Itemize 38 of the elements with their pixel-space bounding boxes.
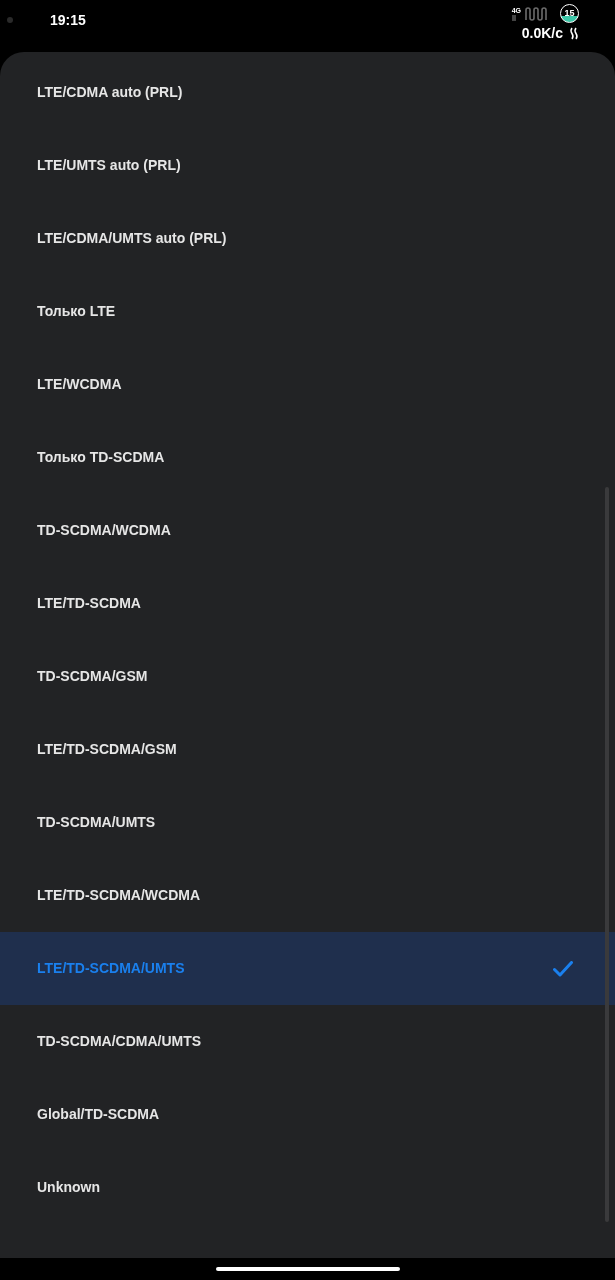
network-mode-option[interactable]: LTE/TD-SCDMA xyxy=(0,567,615,640)
option-label: LTE/WCDMA xyxy=(37,375,122,394)
option-label: Global/TD-SCDMA xyxy=(37,1105,160,1124)
option-label: TD-SCDMA/WCDMA xyxy=(37,521,171,540)
network-mode-option[interactable]: TD-SCDMA/GSM xyxy=(0,640,615,713)
signal-wave-icon xyxy=(525,6,549,21)
network-speed: 0.0K/c xyxy=(521,25,563,41)
network-mode-option[interactable]: TD-SCDMA/WCDMA xyxy=(0,494,615,567)
clock-time: 19:15 xyxy=(50,12,86,28)
option-label: LTE/CDMA auto (PRL) xyxy=(37,83,183,102)
network-mode-option[interactable]: Только LTE xyxy=(0,275,615,348)
network-mode-option[interactable]: Только TD-SCDMA xyxy=(0,421,615,494)
network-mode-option[interactable]: Unknown xyxy=(0,1151,615,1224)
checkmark-icon xyxy=(553,960,573,977)
data-arrows-icon xyxy=(511,14,516,21)
option-label: TD-SCDMA/UMTS xyxy=(37,813,156,832)
network-mode-option[interactable]: LTE/WCDMA xyxy=(0,348,615,421)
network-mode-option[interactable]: TD-SCDMA/UMTS xyxy=(0,786,615,859)
network-mode-option[interactable]: LTE/TD-SCDMA/WCDMA xyxy=(0,859,615,932)
option-label: LTE/TD-SCDMA xyxy=(37,594,141,613)
network-mode-option[interactable]: TD-SCDMA/CDMA/UMTS xyxy=(0,1005,615,1078)
option-label: LTE/TD-SCDMA/UMTS xyxy=(37,959,185,978)
option-label: LTE/TD-SCDMA/WCDMA xyxy=(37,886,201,905)
option-label: TD-SCDMA/CDMA/UMTS xyxy=(37,1032,202,1051)
battery-badge: 15 xyxy=(560,4,579,23)
option-label: LTE/CDMA/UMTS auto (PRL) xyxy=(37,229,227,248)
option-label: LTE/UMTS auto (PRL) xyxy=(37,156,181,175)
option-label: Только TD-SCDMA xyxy=(37,448,165,467)
option-label: TD-SCDMA/GSM xyxy=(37,667,148,686)
network-mode-option[interactable]: LTE/UMTS auto (PRL) xyxy=(0,129,615,202)
option-label: LTE/TD-SCDMA/GSM xyxy=(37,740,177,759)
network-mode-option[interactable]: LTE/CDMA/UMTS auto (PRL) xyxy=(0,202,615,275)
option-label: Только LTE xyxy=(37,302,116,321)
network-mode-option[interactable]: LTE/CDMA auto (PRL) xyxy=(0,56,615,129)
network-mode-option[interactable]: LTE/TD-SCDMA/GSM xyxy=(0,713,615,786)
heat-waves-icon xyxy=(569,26,579,40)
network-mode-option[interactable]: Global/TD-SCDMA xyxy=(0,1078,615,1151)
option-label: Unknown xyxy=(37,1178,100,1197)
